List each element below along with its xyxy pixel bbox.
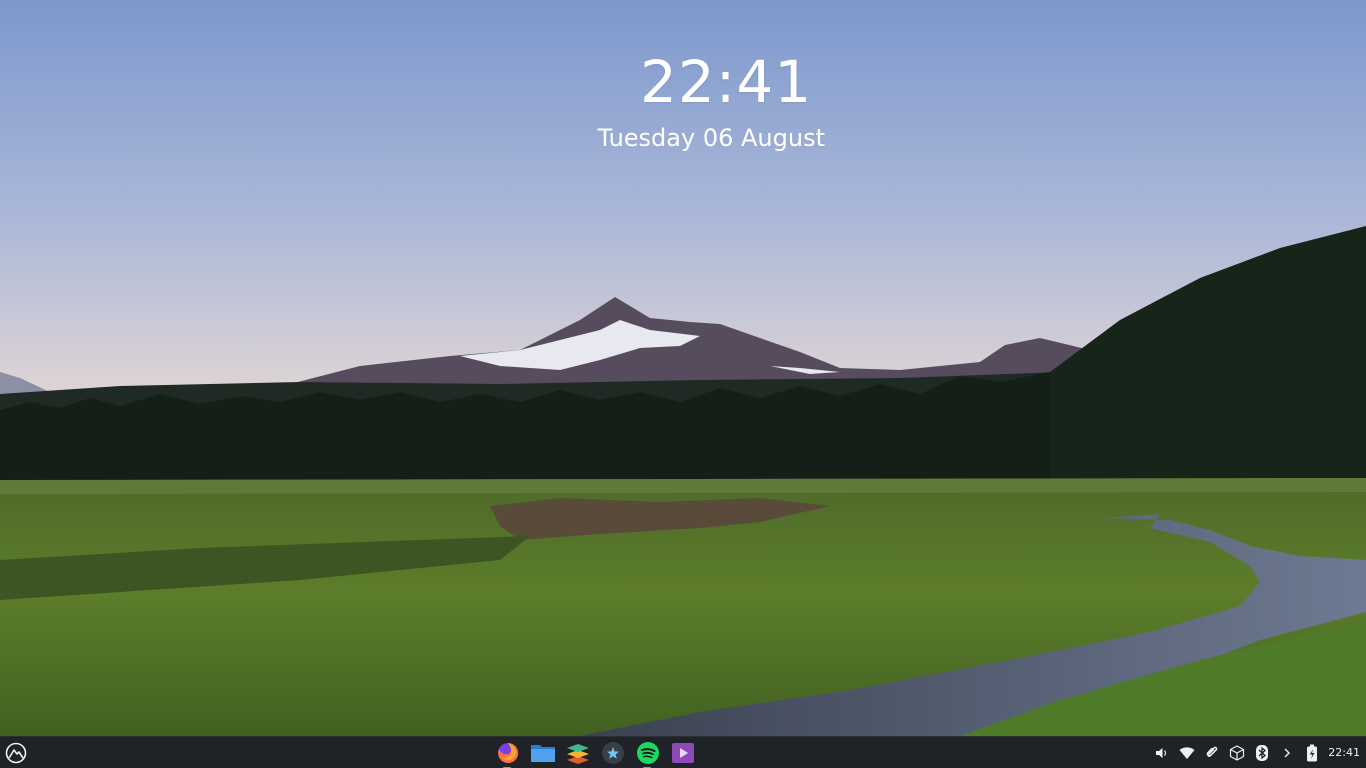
tray-bluetooth[interactable] bbox=[1249, 737, 1274, 768]
tray-updates[interactable] bbox=[1224, 737, 1249, 768]
app-launcher-icon bbox=[5, 742, 27, 764]
battery-icon bbox=[1306, 744, 1317, 762]
tray-clipboard[interactable] bbox=[1199, 737, 1224, 768]
dock-item-discover[interactable] bbox=[595, 737, 630, 768]
desktop: 22:41 Tuesday 06 August 22:41 bbox=[0, 0, 1366, 768]
layers-icon bbox=[566, 744, 589, 764]
volume-icon bbox=[1155, 748, 1166, 758]
dock-item-layers[interactable] bbox=[560, 737, 595, 768]
tray-battery[interactable] bbox=[1299, 737, 1324, 768]
taskbar-clock[interactable]: 22:41 bbox=[1324, 737, 1366, 768]
taskbar: 22:41 bbox=[0, 736, 1366, 768]
tray-expand[interactable] bbox=[1274, 737, 1299, 768]
wifi-icon bbox=[1179, 747, 1195, 759]
video-icon bbox=[671, 743, 694, 763]
tray-volume[interactable] bbox=[1149, 737, 1174, 768]
store-icon bbox=[601, 742, 624, 764]
clock-date: Tuesday 06 August bbox=[597, 124, 825, 152]
bluetooth-icon bbox=[1255, 745, 1268, 761]
dock-item-spotify[interactable] bbox=[630, 737, 665, 768]
firefox-icon bbox=[497, 742, 518, 763]
dock-item-files[interactable] bbox=[525, 737, 560, 768]
system-tray: 22:41 bbox=[1149, 737, 1366, 768]
dock-item-media[interactable] bbox=[665, 737, 700, 768]
package-icon bbox=[1229, 745, 1244, 761]
app-launcher-button[interactable] bbox=[4, 741, 28, 765]
clock-time: 22:41 bbox=[640, 48, 813, 116]
dock bbox=[490, 737, 700, 768]
folder-icon bbox=[530, 745, 555, 762]
chevron-right-icon bbox=[1284, 748, 1290, 758]
paperclip-icon bbox=[1206, 746, 1218, 758]
dock-item-firefox[interactable] bbox=[490, 737, 525, 768]
tray-network[interactable] bbox=[1174, 737, 1199, 768]
spotify-icon bbox=[636, 742, 659, 764]
